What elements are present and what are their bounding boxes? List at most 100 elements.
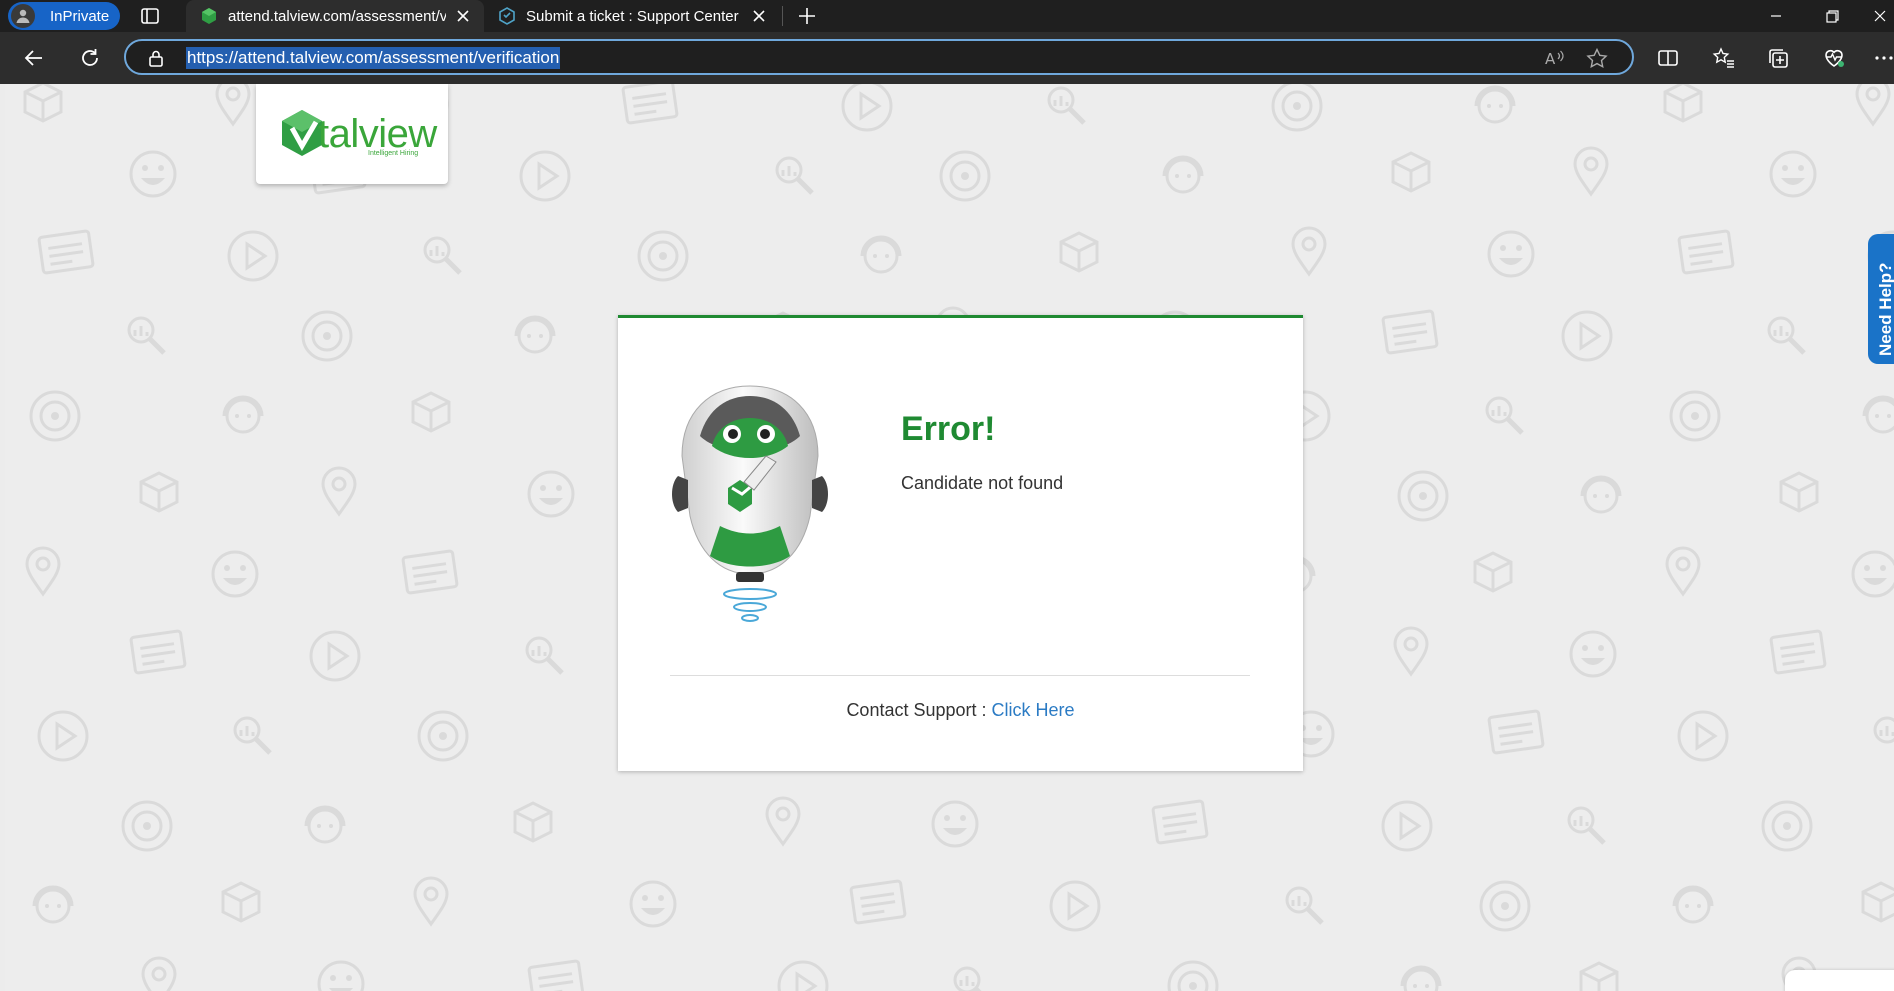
background-decor-icon	[1291, 226, 1327, 277]
tab-talview[interactable]: attend.talview.com/assessment/v	[186, 0, 484, 32]
restore-icon[interactable]	[1822, 6, 1842, 26]
svg-text:A: A	[1545, 50, 1556, 68]
background-decor-icon	[423, 236, 462, 275]
corner-widget[interactable]	[1785, 970, 1894, 991]
close-window-icon[interactable]	[1870, 6, 1890, 26]
tab-actions-icon[interactable]	[140, 6, 160, 26]
more-options-icon[interactable]	[1872, 46, 1894, 70]
favorite-star-icon[interactable]	[1586, 47, 1608, 69]
background-decor-icon	[1761, 800, 1813, 852]
robot-mascot-icon	[672, 385, 828, 622]
talview-favicon-icon	[200, 7, 218, 25]
refresh-icon[interactable]	[78, 46, 102, 70]
talview-logo[interactable]: talview Intelligent Hiring	[256, 84, 448, 184]
background-decor-icon	[1391, 151, 1431, 193]
need-help-tab[interactable]: Need Help?	[1868, 234, 1894, 364]
background-decor-icon	[1167, 960, 1219, 991]
back-arrow-icon[interactable]	[22, 46, 46, 70]
background-decor-icon	[1862, 395, 1894, 434]
background-decor-icon	[1873, 716, 1894, 744]
background-decor-icon	[401, 549, 459, 595]
background-decor-icon	[931, 800, 979, 848]
background-decor-icon	[227, 230, 279, 282]
background-decor-icon	[1485, 396, 1524, 435]
background-decor-icon	[129, 150, 177, 198]
background-decor-icon	[1487, 230, 1535, 278]
background-decor-icon	[777, 960, 829, 991]
background-decor-icon	[1059, 231, 1099, 273]
background-decor-icon	[1573, 146, 1609, 197]
need-help-label: Need Help?	[1876, 262, 1894, 356]
background-decor-icon	[1400, 965, 1442, 991]
background-decor-icon	[23, 84, 63, 123]
background-decor-icon	[1381, 800, 1433, 852]
background-decor-icon	[1579, 961, 1619, 991]
background-decor-icon	[525, 636, 564, 675]
background-decor-icon	[233, 716, 272, 755]
background-decor-icon	[1487, 709, 1545, 755]
background-decor-icon	[629, 880, 677, 928]
minimize-icon[interactable]	[1766, 6, 1786, 26]
background-decor-icon	[1769, 629, 1827, 675]
background-decor-icon	[1473, 551, 1513, 593]
background-decor-icon	[211, 550, 259, 598]
background-decor-icon	[953, 966, 982, 991]
background-decor-icon	[1663, 84, 1703, 123]
background-decor-icon	[939, 150, 991, 202]
read-aloud-icon[interactable]: A	[1544, 48, 1566, 68]
close-tab-icon[interactable]	[456, 9, 470, 23]
background-decor-icon	[841, 84, 893, 132]
error-title: Error!	[901, 410, 996, 448]
divider	[670, 675, 1250, 676]
background-decor-icon	[1779, 471, 1819, 513]
background-decor-icon	[849, 879, 907, 925]
new-tab-icon[interactable]	[797, 6, 817, 26]
background-decor-icon	[221, 881, 261, 923]
background-decor-icon	[413, 876, 449, 927]
browser-toolbar: https://attend.talview.com/assessment/ve…	[0, 32, 1894, 84]
logo-tagline: Intelligent Hiring	[368, 150, 419, 157]
background-decor-icon	[141, 956, 177, 991]
background-decor-icon	[1271, 84, 1323, 132]
background-decor-icon	[514, 315, 556, 354]
tab-title: attend.talview.com/assessment/v	[228, 7, 446, 25]
background-decor-icon	[29, 390, 81, 442]
background-decor-icon	[1769, 150, 1817, 198]
support-favicon-icon	[498, 7, 516, 25]
background-decor-icon	[417, 710, 469, 762]
favorites-icon[interactable]	[1712, 46, 1736, 70]
address-bar[interactable]: https://attend.talview.com/assessment/ve…	[124, 39, 1634, 75]
background-decor-icon	[301, 310, 353, 362]
tab-support-center[interactable]: Submit a ticket : Support Center	[484, 0, 780, 32]
profile-avatar-icon	[11, 4, 35, 28]
background-decor-icon	[1851, 550, 1894, 598]
inprivate-profile-button[interactable]: InPrivate	[8, 2, 120, 30]
background-decor-icon	[860, 235, 902, 274]
collections-icon[interactable]	[1766, 46, 1790, 70]
error-message: Candidate not found	[901, 473, 1064, 493]
tab-separator	[782, 6, 783, 26]
background-decor-icon	[317, 960, 365, 991]
background-decor-icon	[1855, 84, 1891, 127]
background-decor-icon	[1479, 880, 1531, 932]
background-decor-icon	[1474, 85, 1516, 124]
background-decor-icon	[1162, 155, 1204, 194]
click-here-link[interactable]: Click Here	[992, 700, 1075, 720]
lock-icon[interactable]	[148, 49, 164, 67]
browser-essentials-icon[interactable]	[1822, 46, 1846, 70]
url-text[interactable]: https://attend.talview.com/assessment/ve…	[186, 47, 561, 69]
split-screen-icon[interactable]	[1656, 46, 1680, 70]
close-tab-icon[interactable]	[752, 9, 766, 23]
background-decor-icon	[1151, 799, 1209, 845]
inprivate-label: InPrivate	[50, 7, 110, 25]
background-decor-icon	[121, 800, 173, 852]
background-decor-icon	[304, 805, 346, 844]
background-decor-icon	[309, 630, 361, 682]
background-decor-icon	[1047, 86, 1086, 125]
background-decor-icon	[1285, 886, 1324, 925]
background-decor-icon	[1580, 475, 1622, 514]
background-decor-icon	[1569, 630, 1617, 678]
background-decor-icon	[1561, 310, 1613, 362]
background-decor-icon	[1669, 390, 1721, 442]
background-decor-icon	[1049, 880, 1101, 932]
